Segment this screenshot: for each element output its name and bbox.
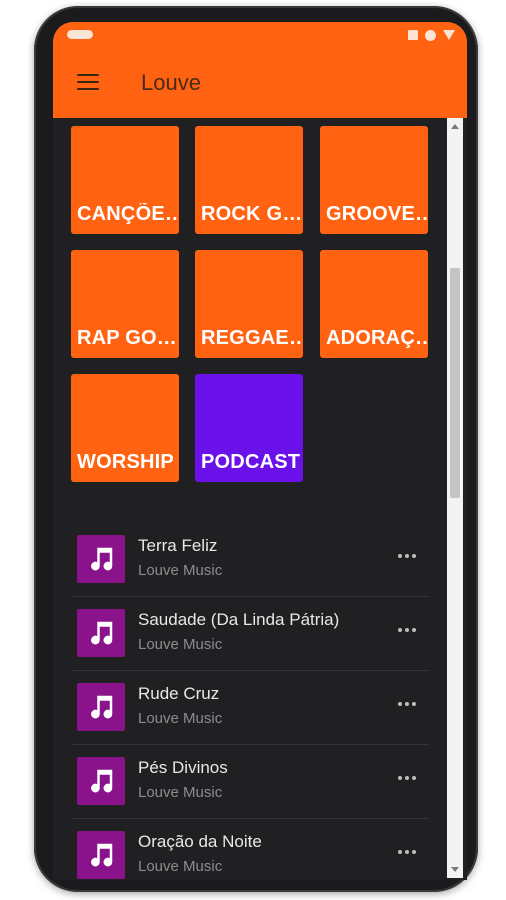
more-options-icon[interactable] — [395, 546, 419, 566]
track-title: Saudade (Da Linda Pátria) — [138, 610, 340, 629]
category-tile[interactable]: ROCK G… — [195, 126, 303, 234]
more-options-icon[interactable] — [395, 694, 419, 714]
category-label: REGGAE… — [201, 327, 303, 349]
app-bar: Louve — [53, 48, 467, 118]
track-artist: Louve Music — [138, 710, 223, 727]
scrollbar[interactable] — [447, 118, 463, 878]
music-note-icon — [77, 757, 125, 805]
track-row[interactable]: Terra Feliz Louve Music — [71, 522, 429, 596]
hamburger-menu-icon[interactable] — [77, 74, 99, 90]
category-label: CANÇÕE… — [77, 203, 179, 225]
track-title: Terra Feliz — [138, 536, 218, 555]
music-note-icon — [77, 831, 125, 879]
track-title: Rude Cruz — [138, 684, 220, 703]
category-label: GROOVE… — [326, 203, 428, 225]
music-note-icon — [77, 609, 125, 657]
more-options-icon[interactable] — [395, 842, 419, 862]
track-row[interactable]: Oração da Noite Louve Music — [71, 818, 429, 880]
category-label: ROCK G… — [201, 203, 303, 225]
category-label: ADORAÇ… — [326, 327, 428, 349]
track-title: Oração da Noite — [138, 832, 262, 851]
scroll-down-arrow-icon[interactable] — [451, 867, 459, 872]
category-label: PODCAST — [201, 451, 301, 473]
triangle-icon — [443, 30, 455, 40]
category-tile[interactable]: RAP GO… — [71, 250, 179, 358]
category-tile[interactable]: GROOVE… — [320, 126, 428, 234]
track-artist: Louve Music — [138, 858, 223, 875]
scroll-thumb[interactable] — [450, 268, 460, 498]
track-artist: Louve Music — [138, 562, 223, 579]
more-options-icon[interactable] — [395, 768, 419, 788]
category-tile[interactable]: CANÇÕE… — [71, 126, 179, 234]
track-row[interactable]: Rude Cruz Louve Music — [71, 670, 429, 744]
music-note-icon — [77, 683, 125, 731]
track-row[interactable]: Pés Divinos Louve Music — [71, 744, 429, 818]
category-label: RAP GO… — [77, 327, 177, 349]
category-tile-podcast[interactable]: PODCAST — [195, 374, 303, 482]
category-tile[interactable]: REGGAE… — [195, 250, 303, 358]
category-label: WORSHIP — [77, 451, 174, 473]
track-artist: Louve Music — [138, 636, 223, 653]
app-screen: Louve CANÇÕE… ROCK G… GROOVE… RAP GO… RE… — [53, 22, 467, 880]
music-note-icon — [77, 535, 125, 583]
track-row[interactable]: Saudade (Da Linda Pátria) Louve Music — [71, 596, 429, 670]
category-tile[interactable]: ADORAÇ… — [320, 250, 428, 358]
circle-icon — [425, 29, 436, 41]
track-title: Pés Divinos — [138, 758, 228, 777]
status-icons — [408, 28, 455, 42]
scroll-up-arrow-icon[interactable] — [451, 124, 459, 129]
square-icon — [408, 30, 418, 40]
track-artist: Louve Music — [138, 784, 223, 801]
app-title: Louve — [141, 70, 201, 95]
main-content: CANÇÕE… ROCK G… GROOVE… RAP GO… REGGAE… … — [53, 118, 467, 880]
category-tile[interactable]: WORSHIP — [71, 374, 179, 482]
more-options-icon[interactable] — [395, 620, 419, 640]
notification-pill-icon — [67, 30, 93, 39]
status-bar — [53, 22, 467, 48]
